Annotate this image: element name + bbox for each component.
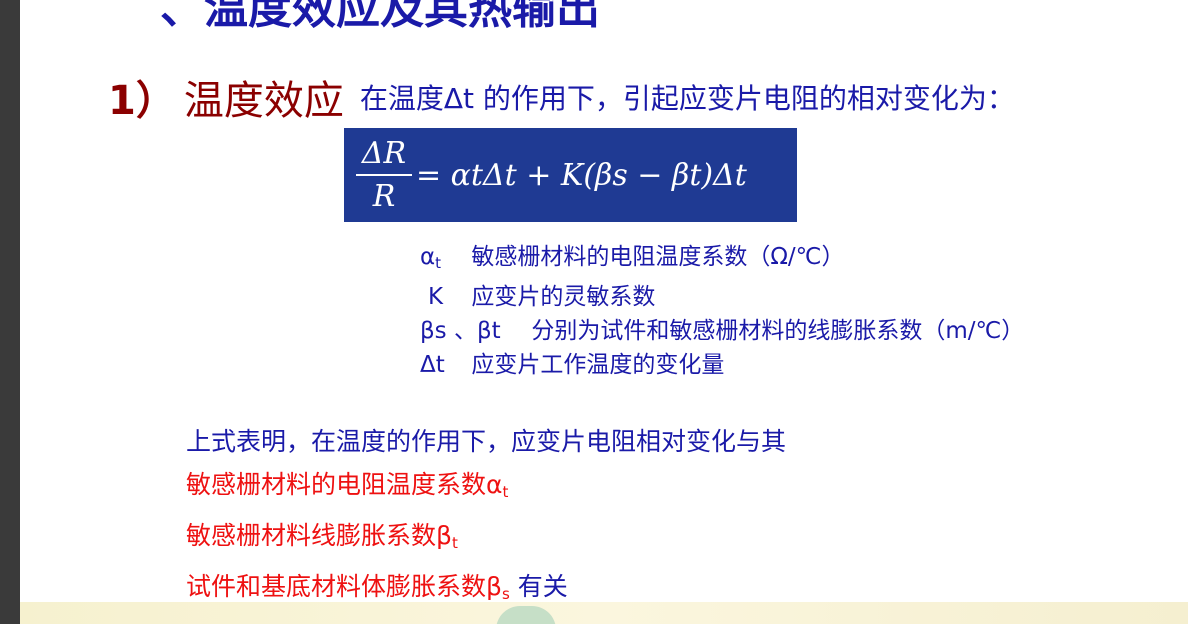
definition-symbol: αt — [420, 244, 442, 272]
section-number: 1） — [108, 78, 176, 124]
definitions-list: αt 敏感栅材料的电阻温度系数（Ω/℃） K 应变片的灵敏系数 βs 、βt 分… — [420, 240, 1024, 382]
slide: 、温度效应及其热输出 1） 温度效应 在温度Δt 的作用下，引起应变片电阻的相对变化… — [20, 0, 1188, 624]
conclusion-line-3: 敏感栅材料线膨胀系数βt — [186, 521, 458, 552]
definition-text: 应变片的灵敏系数 — [471, 284, 656, 310]
slide-title-cut: 、温度效应及其热输出 — [160, 0, 600, 34]
fraction-bar — [356, 174, 412, 176]
definition-text: 敏感栅材料的电阻温度系数（Ω/℃） — [471, 244, 845, 270]
section-heading: 1） 温度效应 在温度Δt 的作用下，引起应变片电阻的相对变化为： — [108, 68, 1015, 126]
conclusion-block: 上式表明，在温度的作用下，应变片电阻相对变化与其 敏感栅材料的电阻温度系数αt … — [186, 420, 786, 616]
decorative-bottom-band — [20, 602, 1188, 624]
formula-fraction: ΔR R — [356, 136, 412, 216]
section-description: 在温度Δt 的作用下，引起应变片电阻的相对变化为： — [359, 82, 1015, 115]
definition-item: K 应变片的灵敏系数 — [420, 280, 1024, 314]
conclusion-line-2: 敏感栅材料的电阻温度系数αt — [186, 470, 509, 501]
definition-symbol: Δt — [420, 352, 445, 378]
definition-symbol: K — [428, 284, 444, 310]
formula-numerator: ΔR — [361, 136, 407, 171]
formula-denominator: R — [372, 179, 396, 214]
definition-item: αt 敏感栅材料的电阻温度系数（Ω/℃） — [420, 240, 1024, 280]
left-window-edge — [0, 0, 20, 624]
formula-rhs: = αtΔt + K(βs − βt)Δt — [416, 158, 747, 193]
formula-box: ΔR R = αtΔt + K(βs − βt)Δt — [344, 128, 797, 222]
definition-text: 应变片工作温度的变化量 — [471, 352, 725, 378]
definition-text: 分别为试件和敏感栅材料的线膨胀系数（m/℃） — [531, 318, 1025, 344]
definition-item: Δt 应变片工作温度的变化量 — [420, 348, 1024, 382]
definition-item: βs 、βt 分别为试件和敏感栅材料的线膨胀系数（m/℃） — [420, 314, 1024, 348]
conclusion-line-1: 上式表明，在温度的作用下，应变片电阻相对变化与其 — [186, 427, 787, 456]
definition-symbol: βs 、βt — [420, 318, 501, 344]
section-title: 温度效应 — [183, 78, 344, 124]
